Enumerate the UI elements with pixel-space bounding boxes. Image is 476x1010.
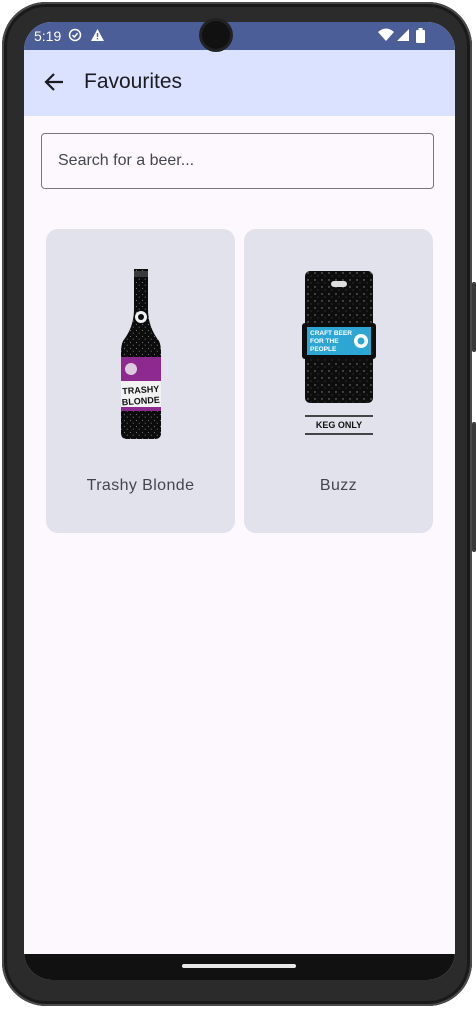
cellular-icon xyxy=(396,28,410,45)
beer-name: Trashy Blonde xyxy=(86,477,195,494)
svg-text:CRAFT BEER: CRAFT BEER xyxy=(310,330,352,337)
power-button xyxy=(472,282,476,352)
app-bar: Favourites xyxy=(24,50,455,116)
search-input[interactable] xyxy=(42,134,433,188)
svg-text:FOR THE: FOR THE xyxy=(310,338,339,345)
warning-icon xyxy=(90,28,105,45)
gesture-handle[interactable] xyxy=(182,964,296,968)
status-time: 5:19 xyxy=(34,28,62,44)
page-title: Favourites xyxy=(84,70,183,93)
battery-icon xyxy=(416,28,425,46)
back-button[interactable] xyxy=(36,66,72,102)
status-bar: 5:19 xyxy=(24,22,455,50)
wifi-icon xyxy=(378,28,394,45)
front-camera xyxy=(202,21,230,49)
screen: 5:19 Favourites Search for a beer... TRA… xyxy=(24,22,455,980)
beer-card-trashy-blonde[interactable]: TRASHY BLONDE Trashy Blonde xyxy=(46,229,235,533)
svg-text:PEOPLE: PEOPLE xyxy=(310,346,337,353)
search-field[interactable] xyxy=(41,133,434,189)
arrow-back-icon xyxy=(43,71,65,98)
beer-keg-image: CRAFT BEER FOR THE PEOPLE KEG ONLY xyxy=(299,271,379,437)
beer-card-buzz[interactable]: CRAFT BEER FOR THE PEOPLE KEG ONLY Buzz xyxy=(244,229,433,533)
keg-caption: KEG ONLY xyxy=(315,420,361,430)
volume-button xyxy=(472,422,476,552)
beer-name: Buzz xyxy=(319,477,358,494)
sync-check-icon xyxy=(68,28,82,45)
beer-bottle-image: TRASHY BLONDE xyxy=(117,269,165,439)
phone-frame: 5:19 Favourites Search for a beer... TRA… xyxy=(2,2,476,1006)
